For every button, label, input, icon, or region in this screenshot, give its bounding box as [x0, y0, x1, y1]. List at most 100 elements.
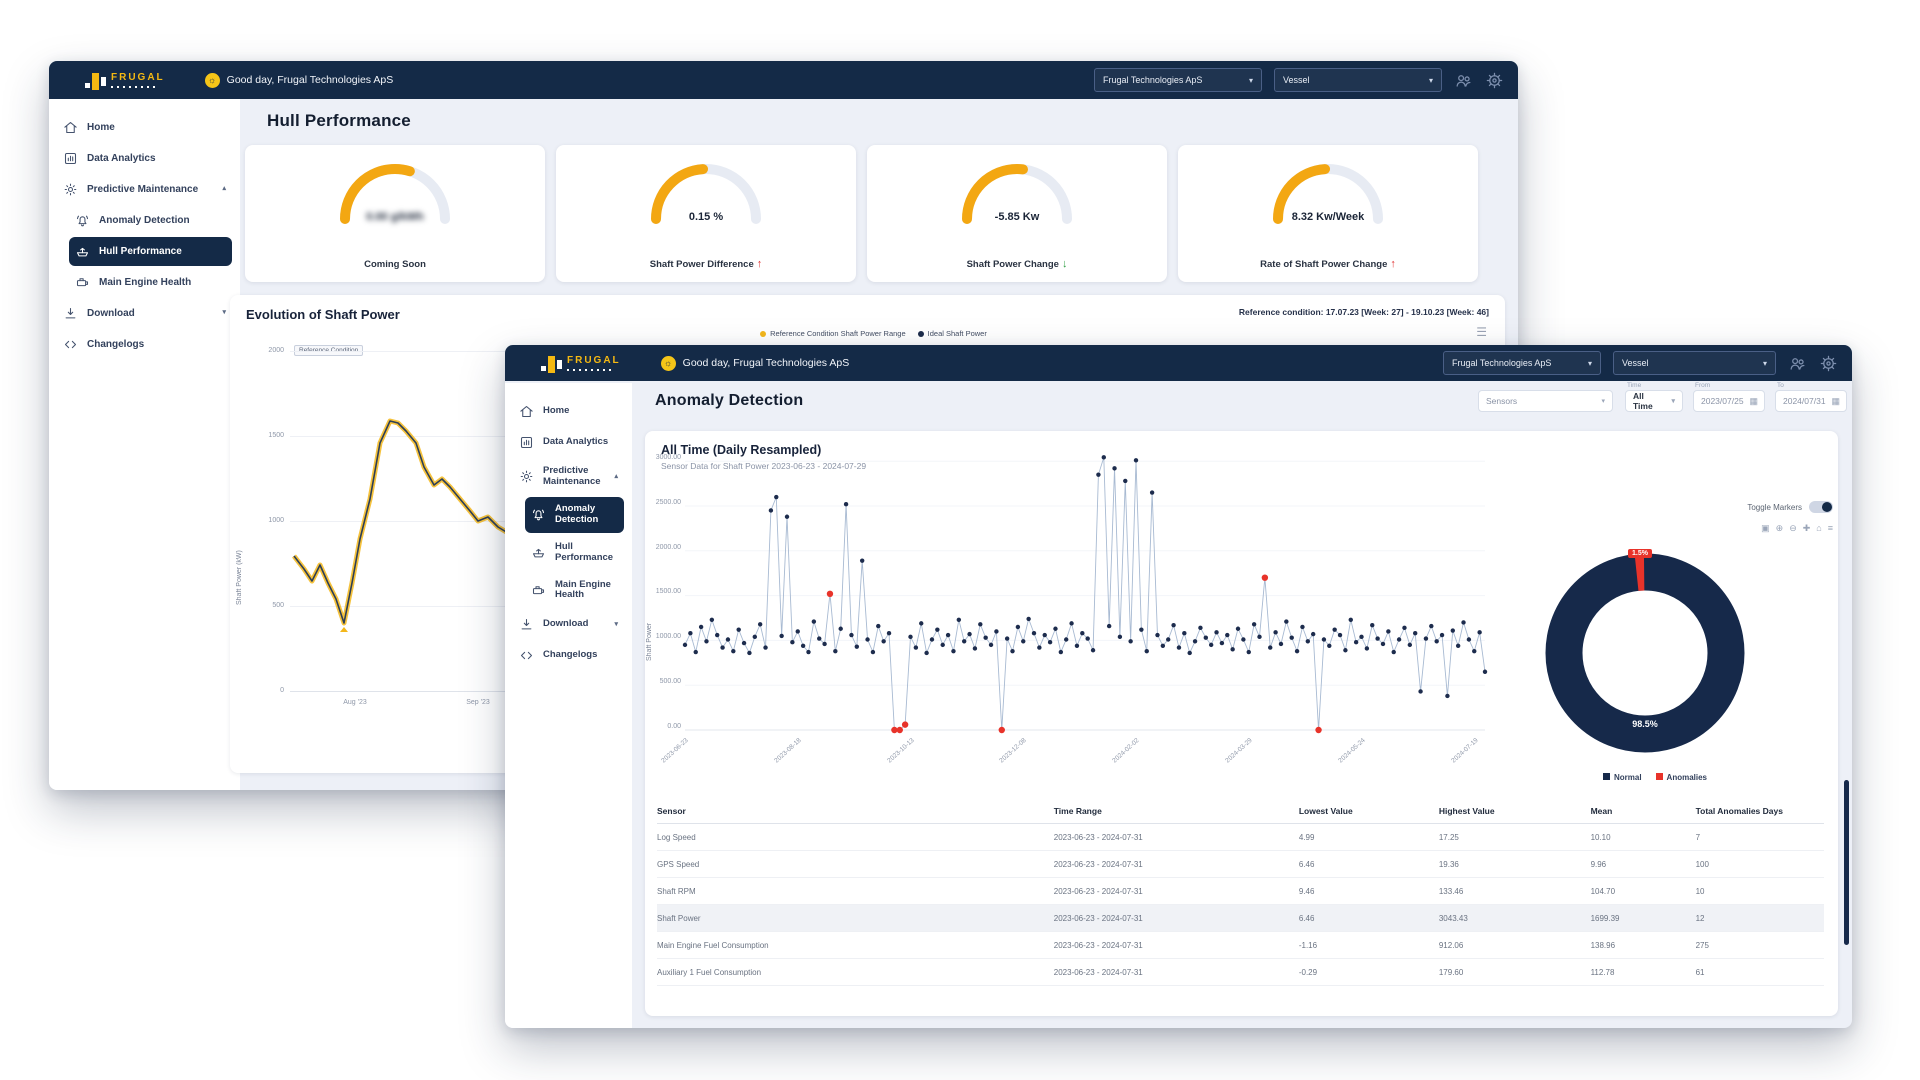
sidebar-item-anomaly-detection[interactable]: Anomaly Detection	[69, 206, 232, 235]
sidebar-item-data-analytics[interactable]: Data Analytics	[513, 428, 624, 457]
camera-icon[interactable]: ▣	[1761, 523, 1770, 534]
sidebar-item-main-engine-health[interactable]: Main Engine Health	[525, 573, 624, 609]
chevron-down-icon: ▾	[614, 621, 618, 629]
legend-dot	[918, 331, 924, 337]
table-row[interactable]: Log Speed2023-06-23 - 2024-07-314.9917.2…	[657, 824, 1824, 851]
sidebar-item-home[interactable]: Home	[57, 113, 232, 142]
table-row[interactable]: Auxiliary 1 Fuel Consumption2023-06-23 -…	[657, 959, 1824, 986]
table-cell: 10.10	[1591, 833, 1696, 842]
scrollbar-thumb[interactable]	[1844, 780, 1849, 945]
sidebar-item-anomaly-detection[interactable]: Anomaly Detection	[525, 497, 624, 533]
to-date-input[interactable]: 2024/07/31 ▦	[1775, 390, 1847, 412]
table-row[interactable]: GPS Speed2023-06-23 - 2024-07-316.4619.3…	[657, 851, 1824, 878]
table-row[interactable]: Shaft RPM2023-06-23 - 2024-07-319.46133.…	[657, 878, 1824, 905]
organization-dropdown-value: Frugal Technologies ApS	[1452, 358, 1551, 368]
data-point	[688, 631, 692, 635]
data-point	[736, 627, 740, 631]
table-cell: 6.46	[1299, 860, 1439, 869]
data-point	[1230, 647, 1234, 651]
anomaly-icon	[531, 507, 546, 522]
sidebar-item-hull-performance[interactable]: Hull Performance	[525, 535, 624, 571]
data-point	[957, 618, 961, 622]
data-point	[1359, 635, 1363, 639]
data-point	[1445, 694, 1449, 698]
sensor-dropdown[interactable]: Sensors ▾	[1478, 390, 1613, 412]
vessel-dropdown-value: Vessel	[1622, 358, 1649, 368]
hull-icon	[75, 244, 90, 259]
data-point	[1112, 466, 1116, 470]
table-row[interactable]: Shaft Power2023-06-23 - 2024-07-316.4630…	[657, 905, 1824, 932]
trend-up-arrow-icon: ↑	[757, 258, 763, 270]
hamburger-icon[interactable]: ☰	[1476, 325, 1487, 339]
sidebar-item-predictive-maintenance[interactable]: Predictive Maintenance▴	[513, 459, 624, 495]
data-point	[1402, 626, 1406, 630]
chevron-down-icon: ▾	[1249, 76, 1253, 85]
reset-axes-icon[interactable]: ⌂	[1816, 523, 1821, 534]
users-icon[interactable]	[1788, 354, 1807, 373]
data-point	[967, 632, 971, 636]
sidebar-item-home[interactable]: Home	[513, 397, 624, 426]
legend-item[interactable]: Normal	[1603, 773, 1642, 782]
sidebar-item-label: Hull Performance	[99, 246, 182, 258]
sensor-dropdown-value: Sensors	[1486, 396, 1517, 406]
app-header: FRUGAL ☼ Good day, Frugal Technologies A…	[505, 345, 1852, 381]
desktop-canvas: FRUGAL ☼ Good day, Frugal Technologies A…	[0, 0, 1920, 1080]
data-point	[769, 508, 773, 512]
sidebar-item-hull-performance[interactable]: Hull Performance	[69, 237, 232, 266]
sidebar-item-changelogs[interactable]: Changelogs	[513, 641, 624, 670]
data-point	[941, 643, 945, 647]
to-date-value: 2024/07/31	[1783, 396, 1826, 406]
data-point	[817, 636, 821, 640]
table-row[interactable]: Main Engine Fuel Consumption2023-06-23 -…	[657, 932, 1824, 959]
data-point	[806, 650, 810, 654]
users-icon[interactable]	[1454, 71, 1473, 90]
data-point	[1198, 626, 1202, 630]
crosshair-icon[interactable]: ✚	[1803, 523, 1811, 534]
sidebar-item-label: Data Analytics	[543, 437, 608, 448]
anomaly-data-point	[999, 727, 1005, 733]
toggle-markers-control: Toggle Markers	[1683, 501, 1833, 513]
table-cell: 4.99	[1299, 833, 1439, 842]
helm-icon[interactable]	[1819, 354, 1838, 373]
gauge-card-3: -5.85 KwShaft Power Change↓	[867, 145, 1167, 282]
menu-icon[interactable]: ≡	[1828, 523, 1833, 534]
gauge-value: 0.00 g/kWh	[245, 211, 545, 223]
sidebar-item-download[interactable]: Download▾	[513, 610, 624, 639]
data-point	[1043, 633, 1047, 637]
sidebar-item-main-engine-health[interactable]: Main Engine Health	[69, 268, 232, 297]
sidebar-item-label: Changelogs	[87, 339, 144, 351]
zoom-in-icon[interactable]: ⊕	[1776, 523, 1784, 534]
helm-icon[interactable]	[1485, 71, 1504, 90]
sidebar-item-predictive-maintenance[interactable]: Predictive Maintenance▴	[57, 175, 232, 204]
y-axis-tick: 2000.00	[651, 544, 681, 551]
data-point	[1322, 637, 1326, 641]
from-date-value: 2023/07/25	[1701, 396, 1744, 406]
legend-item[interactable]: Anomalies	[1656, 773, 1707, 782]
toggle-markers-switch[interactable]	[1809, 501, 1833, 513]
zoom-out-icon[interactable]: ⊖	[1789, 523, 1797, 534]
data-point	[790, 640, 794, 644]
table-cell: 2023-06-23 - 2024-07-31	[1054, 887, 1299, 896]
data-point	[1306, 639, 1310, 643]
vessel-dropdown[interactable]: Vessel ▾	[1274, 68, 1442, 92]
data-point	[710, 618, 714, 622]
vessel-dropdown[interactable]: Vessel ▾	[1613, 351, 1776, 375]
x-axis-tick: Sep '23	[453, 699, 503, 706]
column-header: Highest Value	[1439, 806, 1591, 816]
data-point	[1107, 624, 1111, 628]
from-date-input[interactable]: 2023/07/25 ▦	[1693, 390, 1765, 412]
sidebar-item-data-analytics[interactable]: Data Analytics	[57, 144, 232, 173]
trend-down-arrow-icon: ↓	[1062, 258, 1068, 270]
data-point	[989, 643, 993, 647]
sidebar-item-changelogs[interactable]: Changelogs	[57, 330, 232, 359]
organization-dropdown[interactable]: Frugal Technologies ApS ▾	[1094, 68, 1262, 92]
donut-anomaly-label: 1.5%	[1628, 549, 1652, 558]
time-range-value: All Time	[1633, 391, 1665, 411]
organization-dropdown[interactable]: Frugal Technologies ApS ▾	[1443, 351, 1601, 375]
data-point	[1241, 637, 1245, 641]
gauge-caption: Rate of Shaft Power Change↑	[1178, 258, 1478, 270]
y-axis-tick: 2000	[244, 347, 284, 354]
download-icon	[63, 306, 78, 321]
time-range-dropdown[interactable]: All Time ▾	[1625, 390, 1683, 412]
sidebar-item-download[interactable]: Download▾	[57, 299, 232, 328]
